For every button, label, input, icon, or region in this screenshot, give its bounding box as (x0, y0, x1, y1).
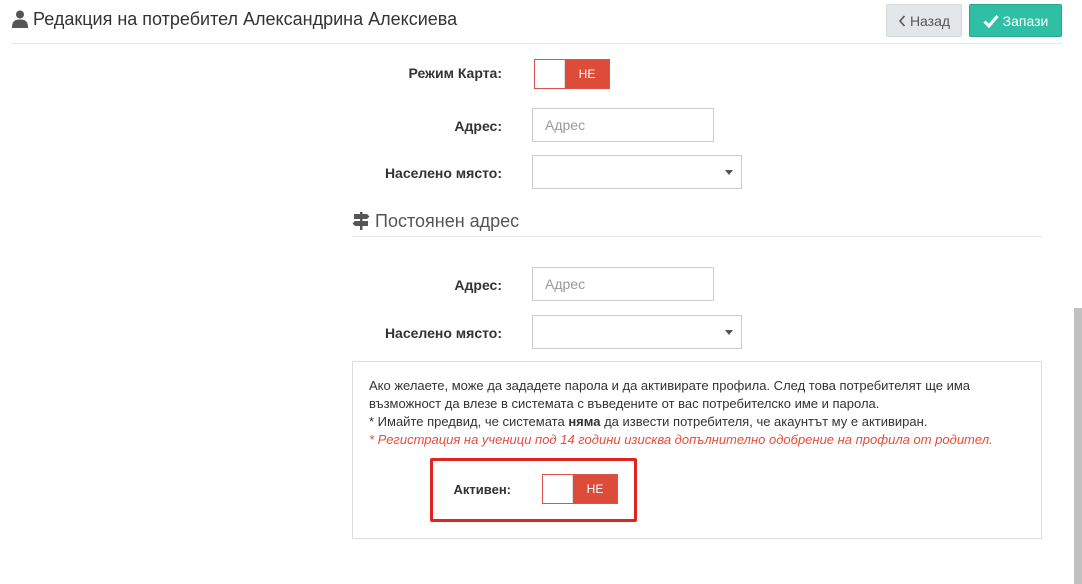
back-button[interactable]: Назад (886, 4, 962, 37)
save-button-label: Запази (1002, 12, 1049, 29)
note-bold: няма (568, 414, 601, 429)
permanent-settlement-select[interactable] (532, 315, 742, 349)
permanent-address-input[interactable] (532, 267, 714, 301)
parental-approval-warning: * Регистрация на ученици под 14 години и… (369, 432, 993, 447)
map-mode-state: НЕ (578, 67, 596, 81)
check-icon (983, 14, 999, 28)
permanent-settlement-label: Населено място: (384, 325, 502, 341)
note-suffix: да извести потребителя, че акаунтът му е… (600, 414, 928, 429)
settlement-label: Населено място: (384, 165, 502, 181)
address-input[interactable] (532, 108, 714, 142)
header-divider (12, 43, 1062, 44)
toggle-knob (535, 60, 565, 88)
caret-down-icon (725, 170, 733, 175)
chevron-left-icon (898, 14, 906, 27)
page-title-text: Редакция на потребител Александрина Алек… (33, 8, 458, 29)
page-title: Редакция на потребител Александрина Алек… (12, 6, 457, 32)
signpost-icon (352, 212, 370, 230)
info-line-2: възможност да влезе в системата с въведе… (369, 396, 880, 411)
caret-down-icon (725, 330, 733, 335)
address-label: Адрес: (454, 118, 502, 134)
map-mode-label: Режим Карта: (408, 65, 502, 81)
info-note: * Имайте предвид, че системата няма да и… (369, 413, 1029, 431)
scrollbar[interactable] (1074, 308, 1082, 584)
permanent-address-label: Адрес: (454, 277, 502, 293)
section-divider (352, 236, 1042, 237)
permanent-address-title: Постоянен адрес (352, 208, 519, 234)
activation-info-text: Ако желаете, може да зададете парола и д… (369, 377, 1029, 449)
save-button[interactable]: Запази (969, 4, 1062, 37)
settlement-select[interactable] (532, 155, 742, 189)
info-line-1: Ако желаете, може да зададете парола и д… (369, 378, 971, 393)
user-icon (12, 10, 28, 28)
note-prefix: * Имайте предвид, че системата (369, 414, 569, 429)
highlight-box (430, 458, 637, 522)
map-mode-toggle[interactable]: НЕ (534, 59, 610, 89)
permanent-address-title-text: Постоянен адрес (375, 210, 520, 231)
back-button-label: Назад (909, 12, 951, 29)
